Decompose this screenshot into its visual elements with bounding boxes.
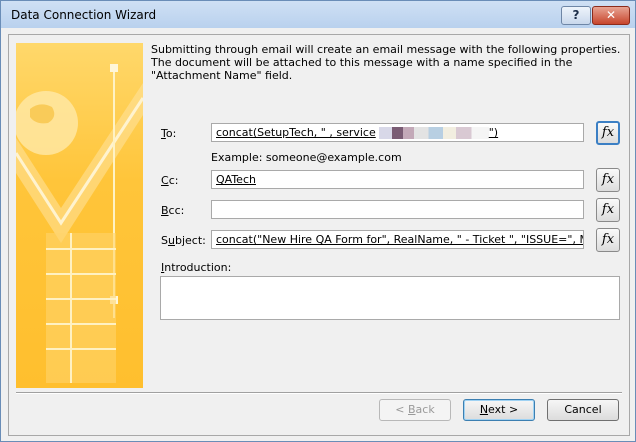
bcc-fx-button[interactable]: fx (596, 198, 620, 222)
footer-separator (16, 392, 622, 394)
globe-checkmark-icon (16, 64, 143, 383)
to-value-tail: ") (488, 126, 499, 139)
subject-value: concat("New Hire QA Form for", RealName,… (216, 233, 584, 246)
cancel-button[interactable]: Cancel (547, 399, 619, 421)
bcc-label: Bcc: (161, 204, 185, 217)
close-button[interactable]: ✕ (592, 6, 630, 25)
subject-label: Subject: (161, 234, 206, 247)
dialog-title: Data Connection Wizard (11, 8, 157, 22)
cc-value: QATech (216, 173, 256, 186)
subject-field[interactable]: concat("New Hire QA Form for", RealName,… (211, 230, 584, 249)
subject-fx-button[interactable]: fx (596, 228, 620, 252)
wizard-description: Submitting through email will create an … (151, 43, 621, 82)
bcc-field[interactable] (211, 200, 584, 219)
introduction-textarea[interactable] (160, 276, 620, 320)
back-button[interactable]: < Back (379, 399, 451, 421)
to-value: concat(SetupTech, " , service (216, 126, 376, 139)
dialog-window: Data Connection Wizard ? ✕ Submitting th… (0, 0, 636, 442)
redacted-block (378, 127, 489, 139)
introduction-label: Introduction: (161, 261, 232, 274)
wizard-body: Submitting through email will create an … (8, 34, 630, 436)
to-field[interactable]: concat(SetupTech, " , service ") (211, 123, 584, 142)
next-button[interactable]: Next > (463, 399, 535, 421)
title-bar[interactable]: Data Connection Wizard ? ✕ (1, 1, 635, 28)
wizard-banner-illustration (16, 43, 143, 388)
help-button[interactable]: ? (561, 6, 591, 25)
to-label: To: (161, 127, 177, 140)
email-example-hint: Example: someone@example.com (211, 151, 402, 164)
to-fx-button[interactable]: fx (596, 121, 620, 145)
cc-label: Cc: (161, 174, 179, 187)
cc-field[interactable]: QATech (211, 170, 584, 189)
cc-fx-button[interactable]: fx (596, 168, 620, 192)
